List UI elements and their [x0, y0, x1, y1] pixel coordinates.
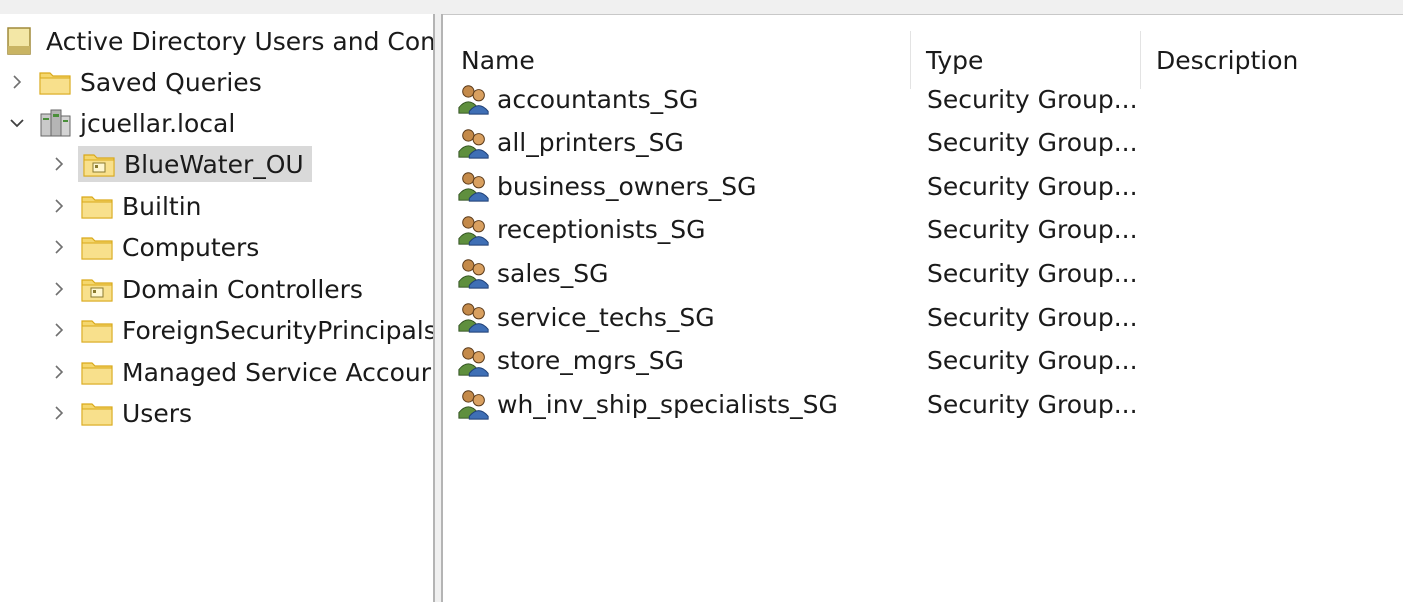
list-item[interactable]: business_owners_SG Security Group... — [457, 165, 1138, 207]
list-item[interactable]: receptionists_SG Security Group... — [457, 209, 1138, 251]
item-type: Security Group... — [927, 128, 1138, 158]
list-item[interactable]: wh_inv_ship_specialists_SG Security Group… — [457, 383, 1138, 425]
tree-item-label: Computers — [122, 232, 260, 262]
chevron-right-icon[interactable] — [48, 153, 70, 175]
tree-item-builtin[interactable]: Builtin — [48, 188, 201, 224]
chevron-down-icon[interactable] — [6, 112, 28, 134]
chevron-right-icon[interactable] — [48, 361, 70, 383]
tree-item-label: BlueWater_OU — [124, 149, 304, 179]
security-group-icon — [457, 389, 491, 420]
pane-splitter[interactable] — [433, 14, 443, 602]
item-name: sales_SG — [497, 258, 609, 288]
ou-folder-icon — [80, 274, 114, 304]
security-group-icon — [457, 302, 491, 333]
item-name: business_owners_SG — [497, 171, 757, 201]
item-name: receptionists_SG — [497, 215, 706, 245]
list-item[interactable]: store_mgrs_SG Security Group... — [457, 340, 1138, 382]
tree-root-label: Active Directory Users and Com — [46, 26, 433, 56]
domain-icon — [38, 108, 72, 138]
security-group-icon — [457, 346, 491, 377]
tree-item-label: jcuellar.local — [80, 108, 236, 138]
column-header-description[interactable]: Description — [1156, 31, 1298, 89]
security-group-icon — [457, 128, 491, 159]
list-item[interactable]: service_techs_SG Security Group... — [457, 296, 1138, 338]
item-name: all_printers_SG — [497, 128, 684, 158]
folder-icon — [80, 191, 114, 221]
tree-item-label: Users — [122, 398, 193, 428]
item-type: Security Group... — [927, 346, 1138, 376]
tree-item-label: Managed Service Accour — [122, 357, 432, 387]
tree-item-users[interactable]: Users — [48, 395, 192, 431]
folder-icon — [80, 315, 114, 345]
console-tree[interactable]: Active Directory Users and Com Saved Que… — [0, 14, 433, 602]
tree-item-saved-queries[interactable]: Saved Queries — [6, 64, 262, 100]
results-pane[interactable]: Name Type Description accountants_SG Secu… — [443, 14, 1403, 603]
chevron-right-icon[interactable] — [6, 71, 28, 93]
item-type: Security Group... — [927, 389, 1138, 419]
item-type: Security Group... — [927, 84, 1138, 114]
column-header-label: Type — [926, 45, 984, 75]
tree-item-label: Domain Controllers — [122, 274, 363, 304]
item-name: store_mgrs_SG — [497, 346, 684, 376]
folder-icon — [80, 357, 114, 387]
column-header-label: Name — [461, 45, 535, 75]
item-name: accountants_SG — [497, 84, 699, 114]
tree-item-label: Saved Queries — [80, 67, 262, 97]
security-group-icon — [457, 171, 491, 202]
chevron-right-icon[interactable] — [48, 402, 70, 424]
column-header-label: Description — [1156, 45, 1299, 75]
top-strip — [0, 0, 1403, 15]
chevron-right-icon[interactable] — [48, 236, 70, 258]
tree-item-domain[interactable]: jcuellar.local — [6, 105, 235, 141]
item-type: Security Group... — [927, 215, 1138, 245]
tree-item-managed-service-accounts[interactable]: Managed Service Accour — [48, 354, 431, 390]
tree-item-label: Builtin — [122, 191, 202, 221]
item-name: wh_inv_ship_specialists_SG — [497, 389, 838, 419]
selection-highlight: BlueWater_OU — [78, 146, 312, 182]
tree-item-domain-controllers[interactable]: Domain Controllers — [48, 271, 363, 307]
chevron-right-icon[interactable] — [48, 319, 70, 341]
chevron-right-icon[interactable] — [48, 278, 70, 300]
item-type: Security Group... — [927, 171, 1138, 201]
list-item[interactable]: all_printers_SG Security Group... — [457, 122, 1138, 164]
tree-item-label: ForeignSecurityPrincipals — [122, 315, 433, 345]
tree-item-bluewater-ou[interactable]: BlueWater_OU — [48, 146, 312, 182]
list-item[interactable]: accountants_SG Security Group... — [457, 78, 1138, 120]
item-type: Security Group... — [927, 258, 1138, 288]
aduc-console-icon — [2, 26, 36, 56]
security-group-icon — [457, 84, 491, 115]
item-type: Security Group... — [927, 302, 1138, 332]
chevron-right-icon[interactable] — [48, 195, 70, 217]
column-header-type[interactable]: Type — [926, 31, 983, 89]
security-group-icon — [457, 215, 491, 246]
tree-item-foreign-security-principals[interactable]: ForeignSecurityPrincipals — [48, 312, 433, 348]
item-name: service_techs_SG — [497, 302, 715, 332]
tree-root[interactable]: Active Directory Users and Com — [0, 23, 433, 59]
tree-item-computers[interactable]: Computers — [48, 229, 259, 265]
folder-icon — [80, 398, 114, 428]
ou-folder-icon — [82, 149, 116, 179]
folder-icon — [38, 67, 72, 97]
security-group-icon — [457, 258, 491, 289]
folder-icon — [80, 232, 114, 262]
list-item[interactable]: sales_SG Security Group... — [457, 252, 1138, 294]
column-divider[interactable] — [1140, 31, 1141, 89]
